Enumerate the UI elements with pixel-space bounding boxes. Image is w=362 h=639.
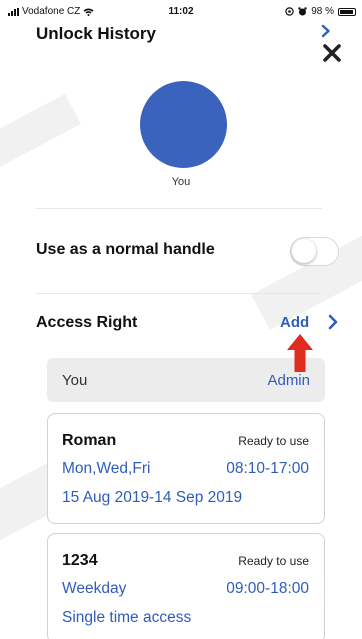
access-time: 09:00-18:00 bbox=[226, 580, 309, 597]
chevron-right-icon[interactable] bbox=[326, 313, 340, 331]
normal-handle-toggle[interactable] bbox=[290, 237, 339, 266]
alarm-icon bbox=[298, 7, 307, 16]
battery-icon bbox=[338, 7, 356, 16]
owner-access-row[interactable]: You Admin bbox=[47, 358, 325, 402]
access-period: 15 Aug 2019-14 Sep 2019 bbox=[62, 489, 243, 506]
access-days: Mon,Wed,Fri bbox=[62, 460, 151, 477]
close-icon bbox=[323, 44, 341, 62]
watermark-band bbox=[251, 210, 362, 330]
access-period: Single time access bbox=[62, 609, 192, 626]
divider bbox=[36, 208, 322, 209]
page-title: Unlock History bbox=[36, 24, 156, 43]
access-status: Ready to use bbox=[238, 554, 309, 568]
normal-handle-label: Use as a normal handle bbox=[36, 241, 215, 258]
access-user-name: 1234 bbox=[62, 552, 98, 569]
divider bbox=[36, 293, 322, 294]
add-access-button[interactable]: Add bbox=[280, 314, 309, 331]
access-right-title: Access Right bbox=[36, 314, 138, 331]
avatar bbox=[140, 81, 227, 168]
status-right: 98 % bbox=[285, 6, 356, 17]
access-card[interactable]: Roman Ready to use Mon,Wed,Fri 08:10-17:… bbox=[47, 413, 325, 524]
owner-name: You bbox=[62, 372, 88, 389]
access-status: Ready to use bbox=[238, 434, 309, 448]
annotation-arrow-icon bbox=[286, 333, 314, 373]
watermark-band bbox=[0, 93, 81, 181]
battery-percent: 98 % bbox=[311, 6, 334, 17]
toggle-knob bbox=[292, 239, 316, 263]
access-user-name: Roman bbox=[62, 432, 117, 449]
location-icon bbox=[285, 7, 294, 16]
access-time: 08:10-17:00 bbox=[226, 460, 309, 477]
close-button[interactable] bbox=[319, 40, 345, 66]
owner-role: Admin bbox=[267, 372, 310, 389]
status-bar: Vodafone CZ 11:02 98 % bbox=[0, 0, 362, 20]
access-card[interactable]: 1234 Ready to use Weekday 09:00-18:00 Si… bbox=[47, 533, 325, 639]
access-days: Weekday bbox=[62, 580, 127, 597]
avatar-name: You bbox=[171, 176, 191, 188]
